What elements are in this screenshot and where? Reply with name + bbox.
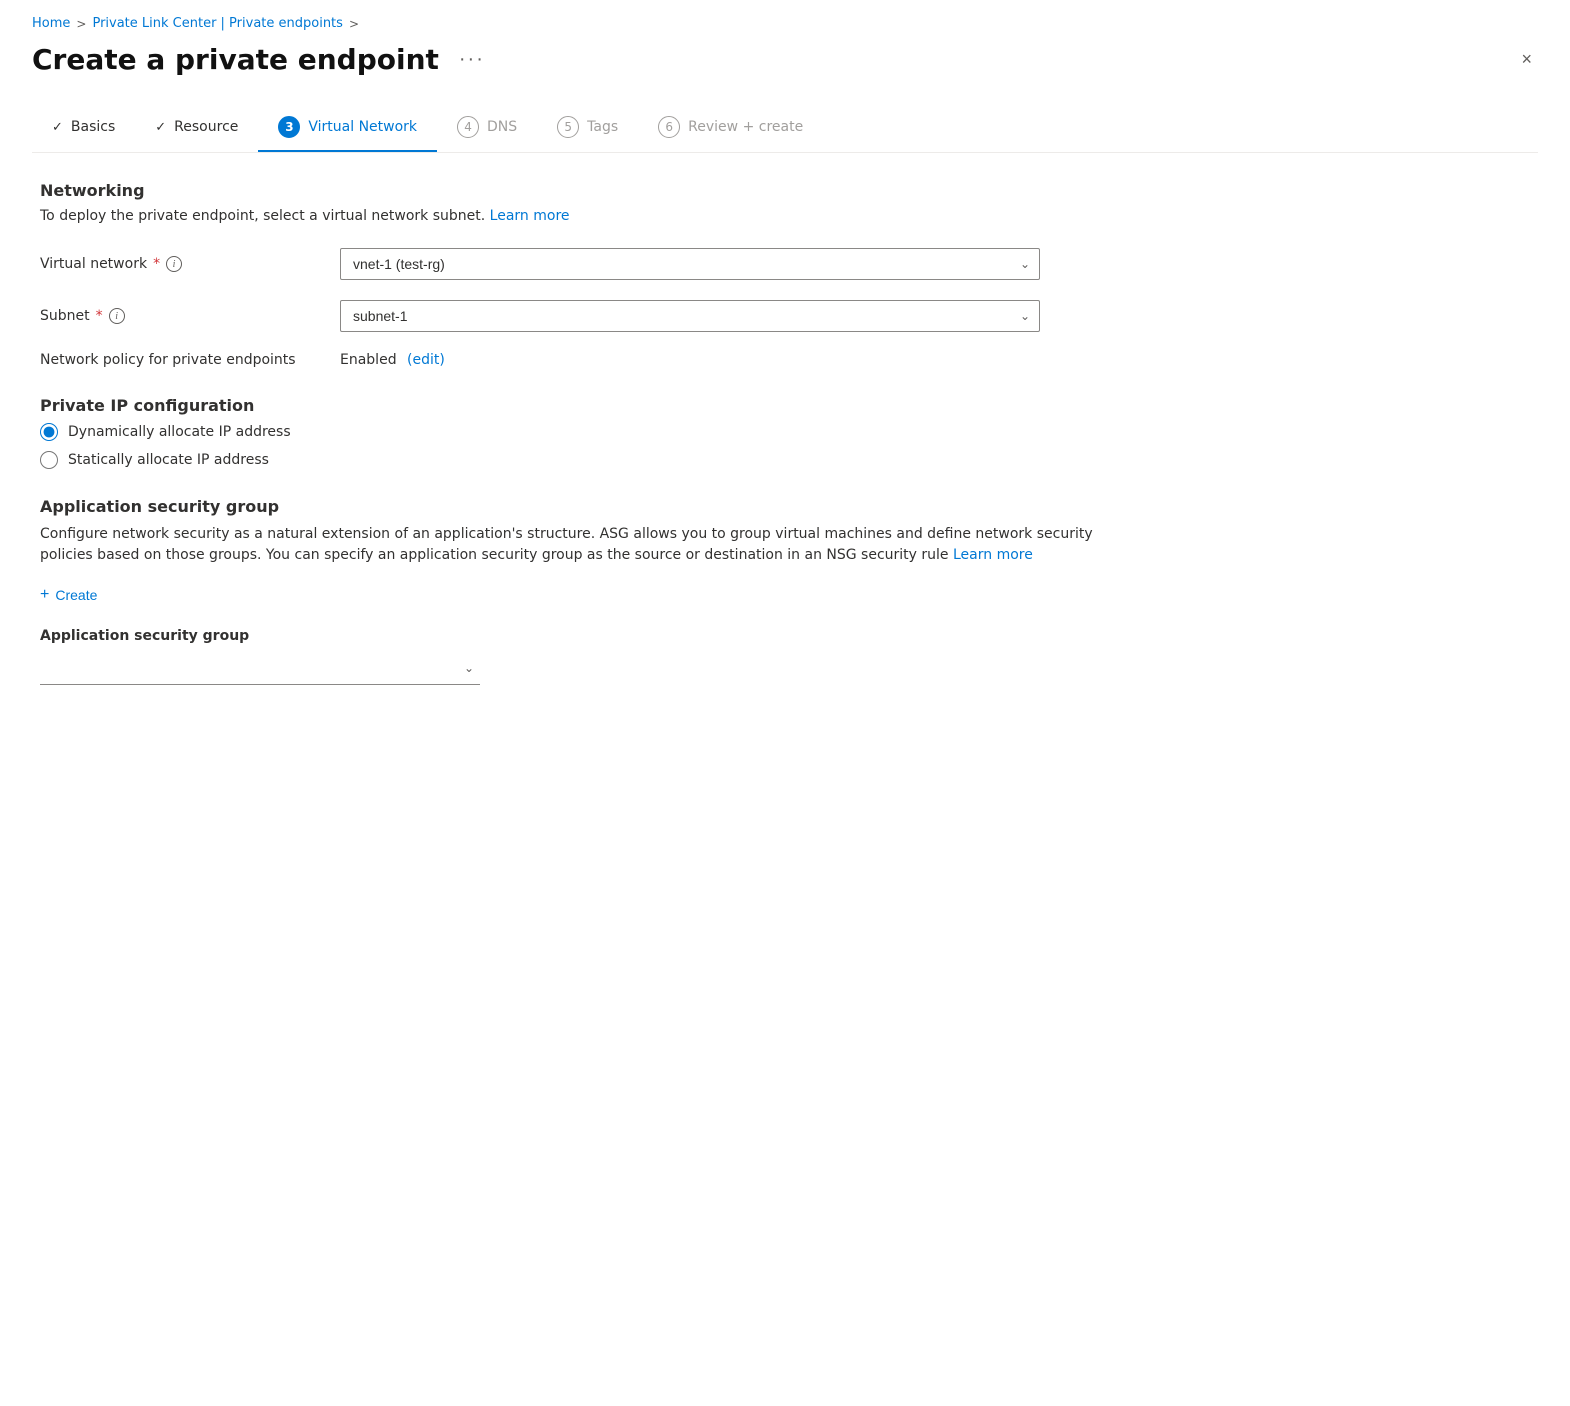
- tab-review-create[interactable]: 6 Review + create: [638, 104, 823, 152]
- radio-dynamic-text: Dynamically allocate IP address: [68, 424, 291, 440]
- asg-title: Application security group: [40, 497, 1530, 516]
- breadcrumb: Home > Private Link Center | Private end…: [32, 16, 1538, 31]
- tab-virtual-network-label: Virtual Network: [308, 119, 417, 135]
- radio-dynamic-label[interactable]: Dynamically allocate IP address: [40, 423, 1530, 441]
- asg-create-label: Create: [55, 587, 97, 603]
- radio-static-input[interactable]: [40, 451, 58, 469]
- private-ip-section: Private IP configuration Dynamically all…: [40, 396, 1530, 469]
- breadcrumb-sep2: >: [349, 17, 359, 31]
- basics-check-icon: ✓: [52, 120, 63, 135]
- asg-learn-more[interactable]: Learn more: [953, 547, 1033, 563]
- networking-desc: To deploy the private endpoint, select a…: [40, 208, 1530, 224]
- virtual-network-label: Virtual network * i: [40, 256, 320, 272]
- radio-group-ip: Dynamically allocate IP address Statical…: [40, 423, 1530, 469]
- close-button[interactable]: ×: [1515, 43, 1538, 76]
- subnet-row: Subnet * i subnet-1 ⌄: [40, 300, 1530, 332]
- ellipsis-button[interactable]: ···: [451, 44, 493, 75]
- tab-virtual-network[interactable]: 3 Virtual Network: [258, 104, 437, 152]
- network-policy-label: Network policy for private endpoints: [40, 352, 320, 368]
- network-policy-value: Enabled: [340, 352, 397, 368]
- breadcrumb-sep1: >: [76, 17, 86, 31]
- subnet-label: Subnet * i: [40, 308, 320, 324]
- page-title-area: Create a private endpoint ···: [32, 43, 493, 76]
- private-ip-title: Private IP configuration: [40, 396, 1530, 415]
- tab-resource[interactable]: ✓ Resource: [135, 107, 258, 149]
- resource-check-icon: ✓: [155, 120, 166, 135]
- subnet-select[interactable]: subnet-1: [340, 300, 1040, 332]
- networking-section: Networking To deploy the private endpoin…: [40, 181, 1530, 368]
- asg-field-label: Application security group: [40, 628, 1530, 644]
- virtual-network-row: Virtual network * i vnet-1 (test-rg) ⌄: [40, 248, 1530, 280]
- asg-field-container: Application security group ⌄: [40, 628, 1530, 685]
- tab-review-create-label: Review + create: [688, 119, 803, 135]
- network-policy-edit-link[interactable]: (edit): [407, 352, 445, 368]
- tab-resource-label: Resource: [174, 119, 238, 135]
- subnet-info-icon[interactable]: i: [109, 308, 125, 324]
- tab-basics-label: Basics: [71, 119, 115, 135]
- wizard-tabs: ✓ Basics ✓ Resource 3 Virtual Network 4 …: [32, 104, 1538, 153]
- tab-dns-label: DNS: [487, 119, 517, 135]
- virtual-network-dropdown-wrapper: vnet-1 (test-rg) ⌄: [340, 248, 1040, 280]
- step-circle-5: 5: [557, 116, 579, 138]
- tab-tags[interactable]: 5 Tags: [537, 104, 638, 152]
- radio-static-text: Statically allocate IP address: [68, 452, 269, 468]
- network-policy-value-area: Enabled (edit): [340, 352, 1040, 368]
- asg-create-button[interactable]: + Create: [40, 582, 97, 608]
- tab-dns[interactable]: 4 DNS: [437, 104, 537, 152]
- page-container: Home > Private Link Center | Private end…: [0, 0, 1570, 1406]
- networking-title: Networking: [40, 181, 1530, 200]
- virtual-network-info-icon[interactable]: i: [166, 256, 182, 272]
- subnet-required: *: [96, 308, 103, 324]
- page-header: Create a private endpoint ··· ×: [32, 43, 1538, 76]
- step-circle-4: 4: [457, 116, 479, 138]
- subnet-dropdown-wrapper: subnet-1 ⌄: [340, 300, 1040, 332]
- virtual-network-select[interactable]: vnet-1 (test-rg): [340, 248, 1040, 280]
- asg-section: Application security group Configure net…: [40, 497, 1530, 685]
- breadcrumb-parent[interactable]: Private Link Center | Private endpoints: [92, 16, 342, 31]
- page-title: Create a private endpoint: [32, 43, 439, 76]
- step-circle-3: 3: [278, 116, 300, 138]
- tab-basics[interactable]: ✓ Basics: [32, 107, 135, 149]
- network-policy-row: Network policy for private endpoints Ena…: [40, 352, 1530, 368]
- virtual-network-required: *: [153, 256, 160, 272]
- radio-dynamic-input[interactable]: [40, 423, 58, 441]
- tab-tags-label: Tags: [587, 119, 618, 135]
- plus-icon: +: [40, 586, 49, 604]
- breadcrumb-home[interactable]: Home: [32, 16, 70, 31]
- networking-learn-more[interactable]: Learn more: [490, 208, 570, 224]
- content-area: Networking To deploy the private endpoin…: [32, 181, 1538, 685]
- asg-desc: Configure network security as a natural …: [40, 524, 1100, 566]
- step-circle-6: 6: [658, 116, 680, 138]
- asg-select[interactable]: [40, 652, 480, 682]
- asg-dropdown-wrapper: ⌄: [40, 652, 480, 685]
- radio-static-label[interactable]: Statically allocate IP address: [40, 451, 1530, 469]
